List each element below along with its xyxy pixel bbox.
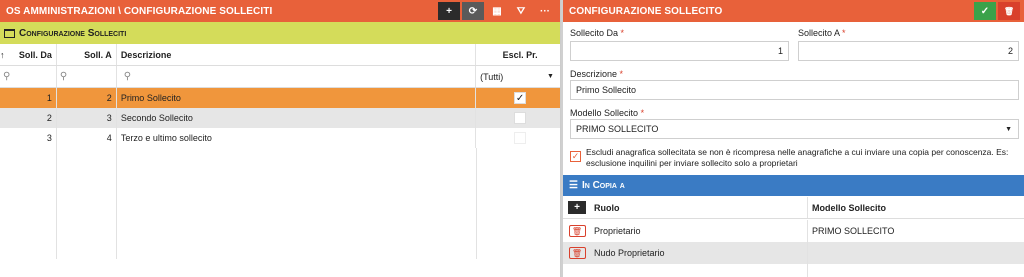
add-button[interactable]: + — [438, 2, 460, 20]
detail-header: CONFIGURAZIONE SOLLECITO ✓ 🗑 — [563, 0, 1024, 22]
escludi-checkbox[interactable]: ✓ — [570, 151, 581, 162]
refresh-icon[interactable]: ⟳ — [462, 2, 484, 20]
in-copia-header: ☰ In Copia a — [563, 175, 1024, 196]
filter-da-input[interactable] — [14, 66, 57, 87]
sollecito-detail-panel: CONFIGURAZIONE SOLLECITO ✓ 🗑 Sollecito D… — [563, 0, 1024, 277]
modello-select[interactable]: PRIMO SOLLECITO ▼ — [570, 119, 1019, 139]
trash-icon[interactable]: 🗑 — [568, 225, 586, 237]
sollecito-a-input[interactable]: 2 — [798, 41, 1019, 61]
cell-ruolo: Proprietario — [591, 220, 808, 242]
list-header: OS AMMINISTRAZIONI \ CONFIGURAZIONE SOLL… — [0, 0, 560, 22]
filter-row: ⚲ ⚲ ⚲ (Tutti) ▼ — [0, 66, 560, 88]
cell-ruolo: Nudo Proprietario — [591, 242, 808, 264]
escl-checkbox[interactable]: ✓ — [514, 92, 527, 104]
table-row[interactable]: 1 2 Primo Sollecito ✓ — [0, 88, 560, 108]
descrizione-input[interactable]: Primo Sollecito — [570, 80, 1019, 100]
solleciti-list-panel: OS AMMINISTRAZIONI \ CONFIGURAZIONE SOLL… — [0, 0, 561, 277]
copia-grid-header: + Ruolo Modello Sollecito — [563, 197, 1024, 219]
escludi-label: Escludi anagrafica sollecitata se non è … — [586, 147, 1009, 168]
sollecito-a-label: Sollecito A * — [798, 28, 846, 38]
escl-checkbox[interactable] — [514, 132, 527, 144]
copia-empty-area — [591, 264, 808, 277]
more-icon[interactable]: ··· — [534, 2, 556, 20]
cell-modello — [808, 242, 1024, 264]
cell-desc: Primo Sollecito — [117, 88, 477, 108]
escl-checkbox[interactable] — [514, 112, 527, 124]
window-icon — [4, 28, 15, 38]
cell-desc: Secondo Sollecito — [117, 108, 477, 128]
cell-da: 1 — [14, 88, 57, 108]
cell-desc: Terzo e ultimo sollecito — [117, 128, 477, 148]
search-icon: ⚲ — [123, 71, 132, 82]
sollecito-da-input[interactable]: 1 — [570, 41, 789, 61]
section-header: Configurazione Solleciti — [0, 22, 560, 44]
chevron-down-icon: ▼ — [1005, 125, 1012, 133]
grid-header: ↑ Soll. Da Soll. A Descrizione Escl. Pr. — [0, 44, 560, 66]
col-header-escl[interactable]: Escl. Pr. — [476, 44, 560, 65]
save-button[interactable]: ✓ — [974, 2, 996, 20]
cell-a: 4 — [57, 128, 117, 148]
section-title: Configurazione Solleciti — [19, 27, 127, 39]
table-row[interactable]: 2 3 Secondo Sollecito — [0, 108, 560, 128]
cell-da: 3 — [14, 128, 57, 148]
modello-label: Modello Sollecito * — [570, 108, 645, 118]
table-icon[interactable]: ▦ — [486, 2, 508, 20]
chevron-down-icon: ▼ — [547, 73, 554, 80]
cell-a: 2 — [57, 88, 117, 108]
filter-escl-value: (Tutti) — [480, 71, 504, 82]
grid-empty-area — [0, 148, 560, 259]
add-copia-button[interactable]: + — [568, 201, 586, 214]
col-header-modello[interactable]: Modello Sollecito — [808, 197, 1024, 218]
col-header-ruolo[interactable]: Ruolo — [591, 197, 808, 218]
list-icon: ☰ — [569, 180, 578, 191]
filter-desc-input[interactable]: ⚲ — [117, 66, 477, 87]
cell-modello: PRIMO SOLLECITO — [812, 226, 895, 236]
col-header-descrizione[interactable]: Descrizione — [117, 44, 477, 65]
cell-a: 3 — [57, 108, 117, 128]
trash-icon[interactable]: 🗑 — [568, 247, 586, 259]
cell-da: 2 — [14, 108, 57, 128]
copia-row[interactable]: 🗑 Nudo Proprietario — [563, 242, 1024, 264]
list-toolbar: + ⟳ ▦ ⛛ ··· — [438, 2, 556, 20]
search-icon: ⚲ — [3, 71, 11, 82]
detail-toolbar: ✓ 🗑 — [974, 2, 1020, 20]
copia-row[interactable]: 🗑 Proprietario PRIMO SOLLECITO — [563, 220, 1024, 242]
in-copia-title: In Copia a — [581, 180, 625, 191]
detail-title: CONFIGURAZIONE SOLLECITO — [569, 5, 723, 17]
col-header-da[interactable]: Soll. Da — [14, 44, 57, 65]
delete-button[interactable]: 🗑 — [998, 2, 1020, 20]
col-header-a[interactable]: Soll. A — [57, 44, 117, 65]
table-row[interactable]: 3 4 Terzo e ultimo sollecito — [0, 128, 560, 148]
descrizione-label: Descrizione * — [570, 69, 624, 79]
filter-icon[interactable]: ⛛ — [510, 2, 532, 20]
sollecito-da-label: Sollecito Da * — [570, 28, 625, 38]
search-icon: ⚲ — [59, 71, 68, 82]
list-title: OS AMMINISTRAZIONI \ CONFIGURAZIONE SOLL… — [6, 5, 273, 17]
filter-a-input[interactable]: ⚲ — [57, 66, 117, 87]
sort-icon[interactable]: ↑ — [0, 44, 14, 65]
filter-escl-select[interactable]: (Tutti) ▼ — [476, 66, 560, 87]
modello-value: PRIMO SOLLECITO — [576, 124, 659, 134]
